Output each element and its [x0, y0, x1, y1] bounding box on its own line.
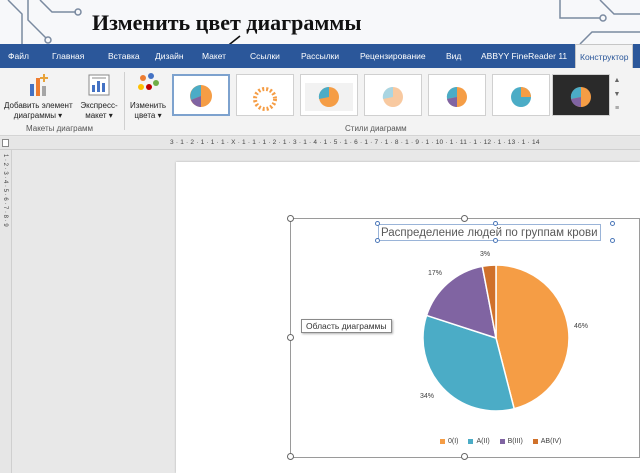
legend-label-ab: AB(IV)	[540, 438, 562, 445]
legend-swatch-0	[440, 438, 445, 444]
chart-area-tooltip: Область диаграммы	[301, 319, 392, 333]
chart-legend[interactable]: 0(I) A(II) B(III) AB(IV)	[440, 438, 569, 445]
data-label-0: 46%	[574, 323, 589, 330]
legend-label-a: A(II)	[476, 438, 490, 445]
title-handle-t[interactable]	[493, 221, 498, 226]
title-handle-br[interactable]	[610, 238, 615, 243]
chart-title[interactable]: Распределение людей по группам крови	[378, 224, 601, 241]
legend-label-b: B(III)	[507, 438, 523, 445]
title-handle-tr[interactable]	[610, 221, 615, 226]
data-label-a: 34%	[420, 393, 435, 400]
data-label-b: 17%	[428, 270, 443, 277]
data-label-ab: 3%	[480, 251, 491, 258]
legend-swatch-b	[499, 438, 505, 444]
legend-swatch-ab	[532, 438, 538, 444]
title-handle-tl[interactable]	[375, 221, 380, 226]
legend-label-0: 0(I)	[448, 438, 459, 445]
legend-swatch-a	[468, 438, 474, 444]
title-handle-bl[interactable]	[375, 238, 380, 243]
legend-item-ab: AB(IV)	[532, 438, 562, 445]
title-handle-b[interactable]	[493, 238, 498, 243]
legend-item-0: 0(I)	[440, 438, 459, 445]
legend-item-b: B(III)	[499, 438, 523, 445]
legend-item-a: A(II)	[468, 438, 490, 445]
